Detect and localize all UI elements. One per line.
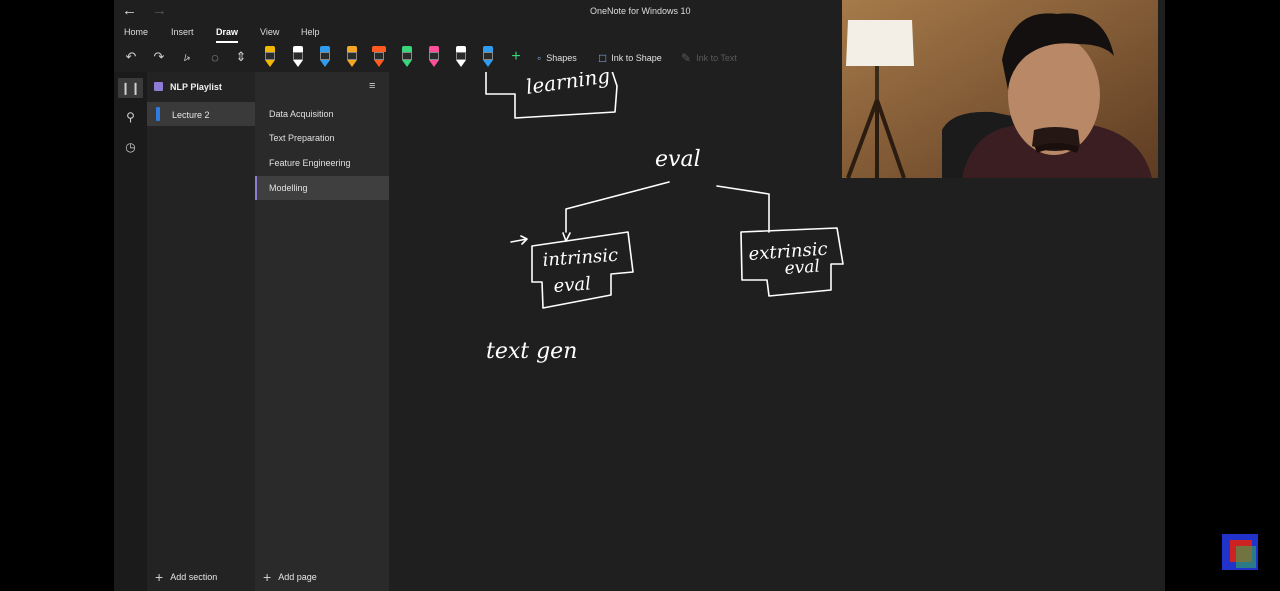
section-label: Lecture 2 [172, 110, 210, 120]
intrinsic-eval-text: eval [553, 273, 592, 297]
shapes-button[interactable]: ◦ Shapes [537, 50, 577, 66]
pen-2-selected[interactable] [287, 43, 309, 71]
nav-rail: ❙❙ ⚲ ◷ [114, 72, 147, 591]
notebook-icon [154, 82, 163, 91]
top-box-text: learning [524, 72, 611, 99]
pen-8[interactable] [455, 46, 467, 68]
page-label: Modelling [269, 183, 308, 193]
section-lecture-2[interactable]: Lecture 2 [147, 102, 255, 126]
add-pen-icon[interactable]: + [507, 48, 525, 66]
ink-to-text-button[interactable]: ✎ Ink to Text [681, 50, 737, 66]
section-color-tab [156, 107, 160, 121]
pen-6[interactable] [401, 46, 413, 68]
tab-help[interactable]: Help [301, 27, 320, 37]
root-eval-text: eval [655, 147, 701, 172]
add-page-label: Add page [278, 572, 317, 582]
channel-logo-icon [1222, 534, 1258, 570]
tab-draw[interactable]: Draw [216, 27, 239, 43]
window-title: OneNote for Windows 10 [590, 6, 691, 16]
recent-clock-icon[interactable]: ◷ [122, 138, 139, 155]
redo-icon[interactable]: ↷ [150, 48, 168, 66]
note-text: text gen [486, 339, 577, 364]
add-page-button[interactable]: + Add page [263, 569, 317, 585]
ink-to-shape-icon: □ [599, 51, 607, 65]
insert-space-icon[interactable]: ⇕ [232, 48, 250, 66]
sections-panel: NLP Playlist ⌄ Lecture 2 + Add section [147, 72, 263, 591]
page-label: Feature Engineering [269, 158, 351, 168]
arrow-head-left [562, 232, 571, 242]
intrinsic-text: intrinsic [542, 245, 619, 271]
page-item-active[interactable]: Modelling [255, 176, 389, 200]
page-item[interactable]: Text Preparation [255, 126, 389, 150]
ink-to-shape-button[interactable]: □ Ink to Shape [599, 50, 662, 66]
forward-arrow-icon[interactable]: → [152, 2, 167, 19]
page-label: Data Acquisition [269, 109, 334, 119]
tab-home[interactable]: Home [124, 27, 148, 37]
notebooks-icon[interactable]: ❙❙ [118, 78, 143, 98]
pen-7[interactable] [428, 46, 440, 68]
notebook-name: NLP Playlist [170, 82, 222, 92]
type-select-icon[interactable]: ⭟ [178, 48, 196, 66]
back-arrow-icon[interactable]: ← [122, 2, 137, 19]
page-item[interactable]: Data Acquisition [255, 102, 389, 126]
tab-insert[interactable]: Insert [171, 27, 194, 37]
shapes-label: Shapes [546, 53, 577, 63]
branch-right [716, 185, 770, 233]
small-arrow [510, 235, 528, 245]
lasso-select-icon[interactable]: ◌ [206, 48, 224, 66]
add-section-label: Add section [170, 572, 218, 582]
branch-left [565, 181, 670, 233]
plus-icon: + [263, 569, 272, 585]
pen-9[interactable] [482, 46, 494, 68]
tab-view[interactable]: View [260, 27, 279, 37]
page-item[interactable]: Feature Engineering [255, 151, 389, 175]
add-section-button[interactable]: + Add section [155, 569, 218, 585]
page-label: Text Preparation [269, 133, 335, 143]
ink-to-shape-label: Ink to Shape [611, 53, 662, 63]
plus-icon: + [155, 569, 164, 585]
pen-4[interactable] [346, 46, 358, 68]
pages-panel: ≡ Data Acquisition Text Preparation Feat… [255, 72, 389, 591]
webcam-overlay [842, 0, 1158, 178]
ink-to-text-icon: ✎ [681, 51, 692, 65]
highlighter-pen[interactable] [372, 46, 386, 68]
undo-icon[interactable]: ↶ [122, 48, 140, 66]
extrinsic-eval-text: eval [784, 257, 821, 279]
pen-3[interactable] [319, 46, 331, 68]
sort-icon[interactable]: ≡ [369, 80, 375, 92]
shapes-icon: ◦ [537, 51, 542, 65]
ink-to-text-label: Ink to Text [696, 53, 737, 63]
pen-1[interactable] [264, 46, 276, 68]
search-icon[interactable]: ⚲ [122, 108, 139, 125]
presenter-video-image [842, 0, 1158, 178]
